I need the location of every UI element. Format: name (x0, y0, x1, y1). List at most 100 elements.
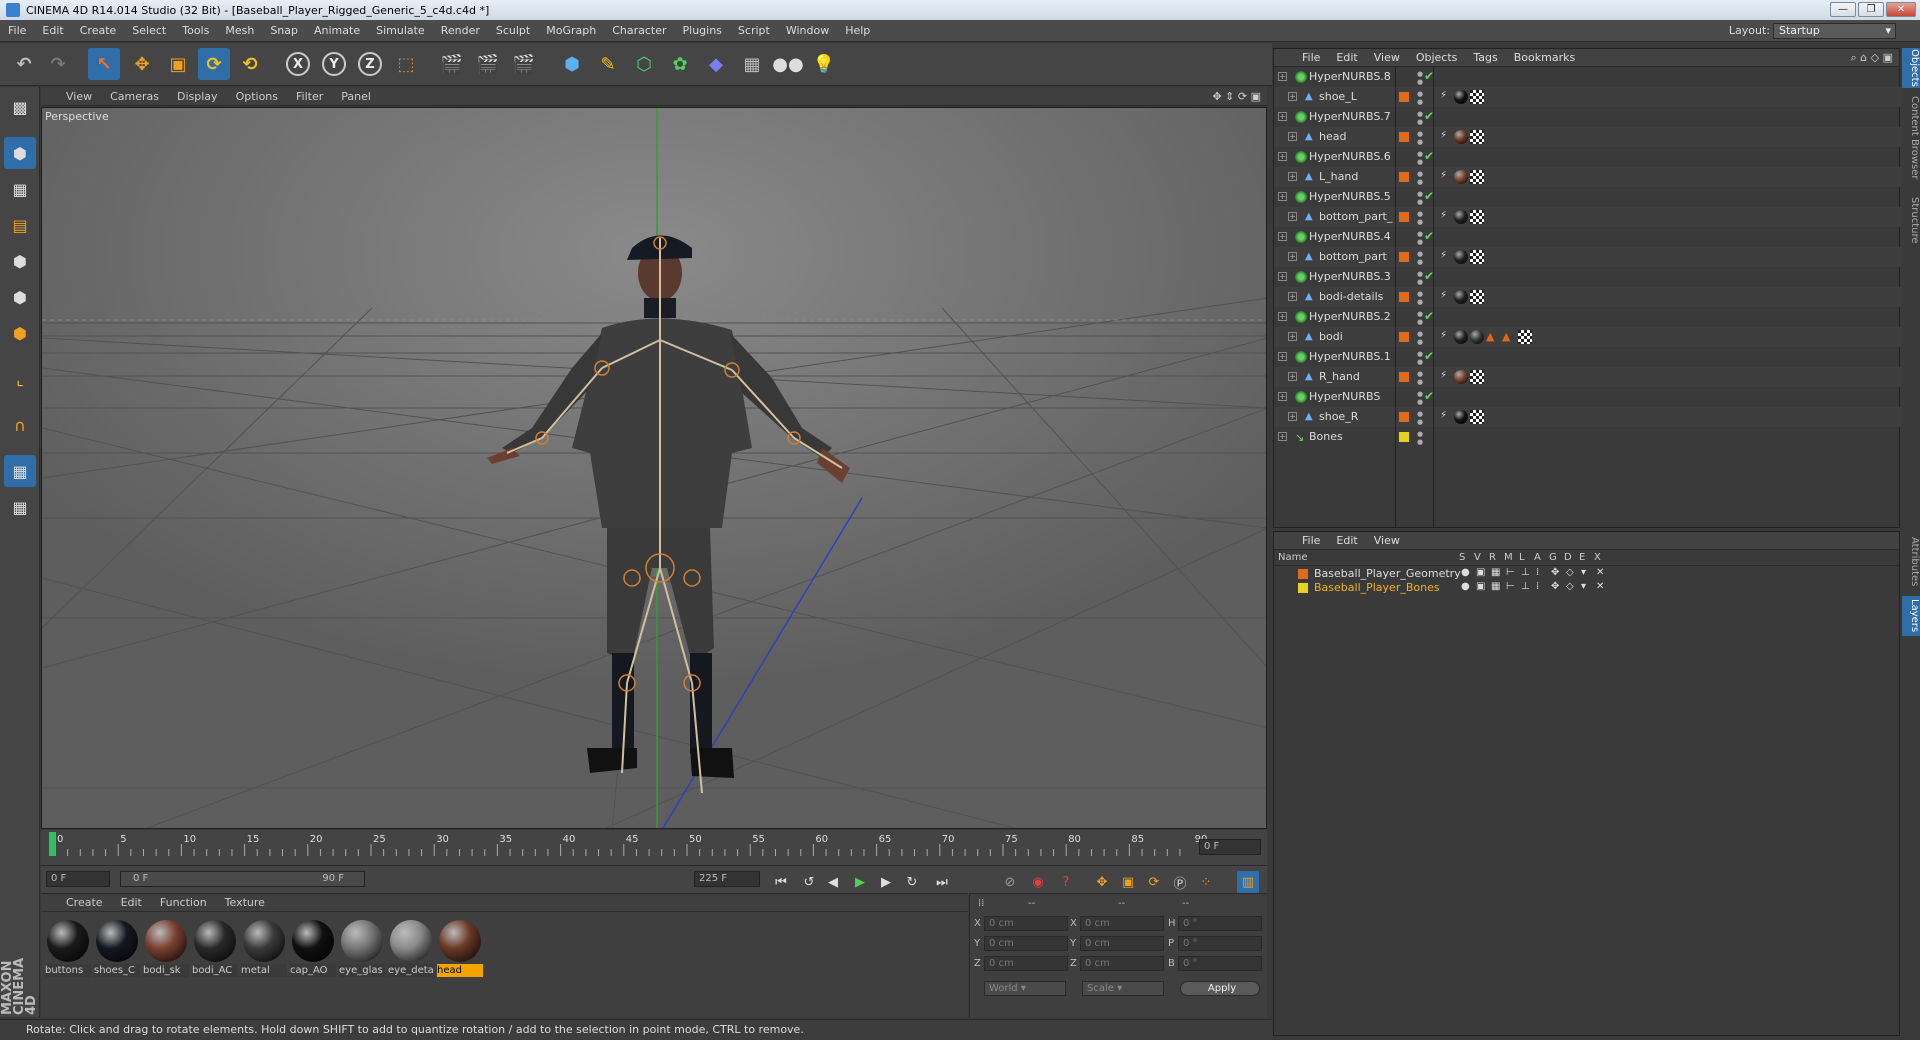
material-tag-icon[interactable] (1454, 410, 1468, 424)
layer-flag-toggle-icon[interactable]: ▾ (1581, 581, 1586, 592)
apply-button[interactable]: Apply (1180, 981, 1260, 996)
close-button[interactable]: ✕ (1886, 2, 1916, 17)
layer-flag-toggle-icon[interactable]: ◇ (1566, 581, 1574, 592)
material-swatch[interactable]: buttons (45, 918, 91, 977)
menu-script[interactable]: Script (730, 24, 778, 37)
phong-tag-icon[interactable]: ⚡ (1440, 410, 1447, 421)
minimize-button[interactable]: — (1830, 2, 1856, 17)
material-tag-icon[interactable] (1470, 330, 1484, 344)
menu-mograph[interactable]: MoGraph (538, 24, 604, 37)
expand-toggle-icon[interactable]: + (1288, 332, 1297, 341)
coord-value-field[interactable]: 0 cm (1080, 916, 1164, 931)
layer-column-label[interactable]: L (1519, 552, 1525, 563)
points-mode-icon[interactable]: ⬢ (4, 245, 36, 277)
material-swatch[interactable]: metal (241, 918, 287, 977)
y-axis-lock[interactable]: Y (318, 48, 350, 80)
object-menu-edit[interactable]: Edit (1328, 51, 1365, 64)
layer-column-label[interactable]: G (1549, 552, 1557, 563)
sidetab-objects[interactable]: Objects (1902, 48, 1920, 88)
record-position-icon[interactable]: ⊘ (999, 871, 1021, 893)
uvw-tag-icon[interactable] (1470, 370, 1484, 384)
undo-icon[interactable]: ↶ (8, 48, 40, 80)
material-swatch[interactable]: bodi_sk (143, 918, 189, 977)
prev-frame-icon[interactable]: ◀ (822, 871, 844, 893)
visibility-dots-icon[interactable]: ●● (1416, 410, 1424, 426)
expand-toggle-icon[interactable]: + (1278, 192, 1287, 201)
layer-flag-toggle-icon[interactable]: ⁞ (1536, 581, 1539, 592)
workplane-mode-icon[interactable]: ▤ (4, 209, 36, 241)
layer-flag-toggle-icon[interactable]: ▦ (1491, 581, 1500, 592)
layer-row[interactable]: Baseball_Player_Geometry ● ▣ ▦ ⊢ ⊥ ⁞ ✥ ◇ ▾ ✕ (1274, 567, 1901, 581)
material-swatch[interactable]: shoes_C (94, 918, 140, 977)
layer-menu-file[interactable]: File (1294, 534, 1328, 547)
object-row[interactable]: + ▲ bodi ●● ⚡ ▲ ▲ (1274, 327, 1901, 347)
layer-flag-toggle-icon[interactable]: ▦ (1491, 567, 1500, 578)
coord-value-field[interactable]: 0 cm (1080, 956, 1164, 971)
object-manager-tool-icons[interactable]: ⌕ ⌂ ◇ ▣ (1851, 51, 1894, 65)
menu-animate[interactable]: Animate (306, 24, 368, 37)
object-menu-tags[interactable]: Tags (1465, 51, 1505, 64)
uvw-tag-icon[interactable] (1470, 250, 1484, 264)
layer-flag-toggle-icon[interactable]: ▣ (1476, 567, 1485, 578)
material-menu-texture[interactable]: Texture (216, 896, 274, 909)
visibility-dots-icon[interactable]: ●● (1416, 350, 1424, 366)
expand-toggle-icon[interactable]: + (1288, 412, 1297, 421)
material-menu-edit[interactable]: Edit (112, 896, 151, 909)
key-position-icon[interactable]: ✥ (1091, 871, 1113, 893)
expand-toggle-icon[interactable]: + (1278, 72, 1287, 81)
visibility-dots-icon[interactable]: ●● (1416, 270, 1424, 286)
layer-flag-toggle-icon[interactable]: ✕ (1596, 581, 1604, 592)
frame-range-slider[interactable]: 0 F 90 F (120, 871, 365, 887)
recent-tool-icon[interactable]: ⟲ (234, 48, 266, 80)
edges-mode-icon[interactable]: ⬢ (4, 281, 36, 313)
layer-column-label[interactable]: V (1474, 552, 1481, 563)
menu-mesh[interactable]: Mesh (217, 24, 262, 37)
polygons-mode-icon[interactable]: ⬢ (4, 317, 36, 349)
model-mode-icon[interactable]: ⬢ (4, 137, 36, 169)
viewport-menu-cameras[interactable]: Cameras (101, 90, 168, 103)
sidetab-layers[interactable]: Layers (1902, 596, 1920, 636)
autokey-icon[interactable]: ◉ (1027, 871, 1049, 893)
render-view-icon[interactable]: 🎬 (436, 48, 468, 80)
viewport-menu-view[interactable]: View (57, 90, 101, 103)
visibility-dots-icon[interactable]: ●● (1416, 370, 1424, 386)
layer-flag-toggle-icon[interactable]: ⁞ (1536, 567, 1539, 578)
object-row[interactable]: + ▲ head ●● ⚡ (1274, 127, 1901, 147)
layer-flag-toggle-icon[interactable]: ✕ (1596, 567, 1604, 578)
layer-column-label[interactable]: X (1594, 552, 1601, 563)
object-row[interactable]: + HyperNURBS ●● ✔ (1274, 387, 1901, 407)
layer-flag-toggle-icon[interactable]: ✥ (1551, 567, 1559, 578)
layer-color-swatch[interactable] (1399, 332, 1409, 342)
layer-column-label[interactable]: R (1489, 552, 1496, 563)
coord-value-field[interactable]: 0 cm (1080, 936, 1164, 951)
menu-window[interactable]: Window (778, 24, 837, 37)
visibility-dots-icon[interactable]: ●● (1416, 90, 1424, 106)
snap-icon[interactable]: ▦ (4, 491, 36, 523)
viewport-menu-display[interactable]: Display (168, 90, 227, 103)
visibility-dots-icon[interactable]: ●● (1416, 70, 1424, 86)
timeline-window-icon[interactable]: ▥ (1237, 871, 1259, 893)
prev-key-icon[interactable]: ↺ (798, 871, 820, 893)
array-icon[interactable]: ✿ (664, 48, 696, 80)
menu-character[interactable]: Character (604, 24, 674, 37)
uvw-tag-icon[interactable] (1470, 410, 1484, 424)
z-axis-lock[interactable]: Z (354, 48, 386, 80)
layer-column-label[interactable]: S (1459, 552, 1465, 563)
menu-select[interactable]: Select (124, 24, 174, 37)
uvw-tag-icon[interactable] (1470, 210, 1484, 224)
sidetab-content-browser[interactable]: Content Browser (1902, 92, 1920, 184)
expand-toggle-icon[interactable]: + (1288, 92, 1297, 101)
next-frame-icon[interactable]: ▶ (875, 871, 897, 893)
object-menu-file[interactable]: File (1294, 51, 1328, 64)
layer-column-label[interactable]: D (1564, 552, 1572, 563)
object-row[interactable]: + ▲ bottom_part_ ●● ⚡ (1274, 207, 1901, 227)
layer-color-swatch[interactable] (1399, 432, 1409, 442)
goto-end-icon[interactable]: ⏭ (931, 871, 953, 893)
coord-value-field[interactable]: 0 ° (1178, 956, 1262, 971)
uvw-tag-icon[interactable] (1470, 290, 1484, 304)
layer-flag-toggle-icon[interactable]: ✥ (1551, 581, 1559, 592)
layout-select[interactable]: Startup ▾ (1773, 23, 1896, 39)
layer-color-swatch[interactable] (1399, 172, 1409, 182)
coord-value-field[interactable]: 0 cm (984, 956, 1068, 971)
menu-tools[interactable]: Tools (174, 24, 217, 37)
